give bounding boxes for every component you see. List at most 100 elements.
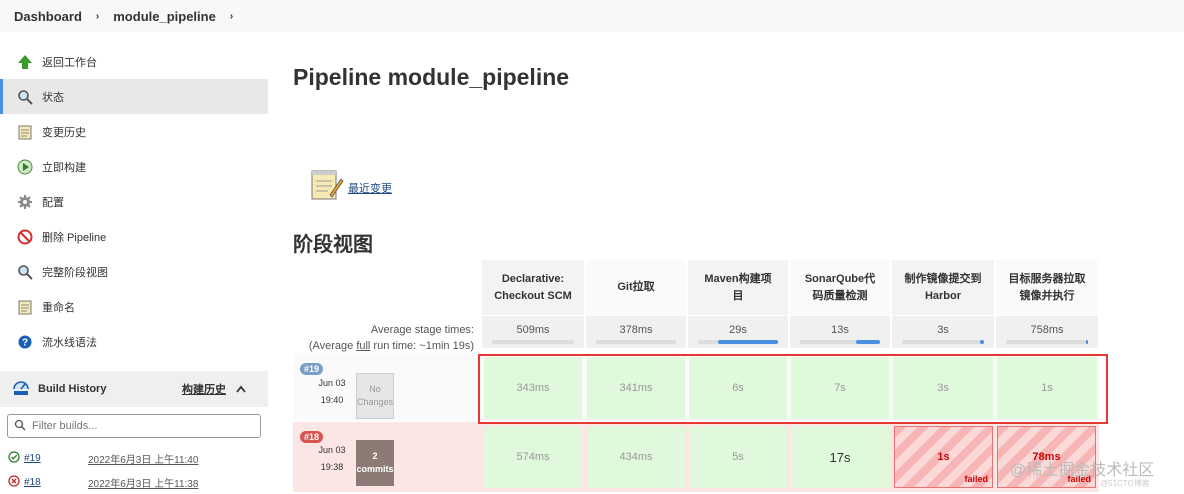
run-time: 19:38 bbox=[320, 462, 344, 472]
changes-line-2: Changes bbox=[356, 397, 394, 407]
avg-time-value: 509ms bbox=[516, 324, 550, 336]
stage-name-line: 码质量检测 bbox=[812, 289, 868, 302]
run-time: 19:40 bbox=[320, 395, 344, 405]
build-date-link[interactable]: 2022年6月3日 上午11:38 bbox=[88, 475, 198, 490]
avg-time-cell: 3s bbox=[892, 316, 994, 348]
build-history-row[interactable]: #18 2022年6月3日 上午11:38 bbox=[0, 470, 268, 494]
sidebar-item-label: 配置 bbox=[42, 196, 64, 209]
avg-time-value: 13s bbox=[831, 324, 849, 336]
search-icon bbox=[14, 419, 26, 434]
changes-line-1: No bbox=[369, 384, 381, 394]
avg-time-cell: 378ms bbox=[586, 316, 686, 348]
stage-cell[interactable]: 5s bbox=[689, 426, 787, 488]
build-history-row[interactable]: #19 2022年6月3日 上午11:40 bbox=[0, 446, 268, 470]
stage-duration: 17s bbox=[829, 449, 851, 465]
breadcrumb-pipeline[interactable]: module_pipeline bbox=[99, 9, 230, 24]
chevron-right-icon[interactable]: › bbox=[230, 11, 233, 22]
stage-name-line: 目标服务器拉取 bbox=[1008, 272, 1086, 285]
run-info-18: #18 Jun 03 19:38 2 commits bbox=[296, 422, 474, 492]
stage-duration: 434ms bbox=[619, 451, 653, 463]
notepad-icon bbox=[16, 298, 34, 316]
sidebar-item-label: 重命名 bbox=[42, 301, 75, 314]
stage-header: 目标服务器拉取 镜像并执行 bbox=[996, 260, 1098, 315]
sidebar-item-label: 状态 bbox=[42, 91, 64, 104]
sidebar-item-label: 立即构建 bbox=[42, 161, 86, 174]
sidebar-item-full-stage-view[interactable]: 完整阶段视图 bbox=[0, 254, 268, 289]
search-icon bbox=[16, 263, 34, 281]
stage-name-line: Harbor bbox=[924, 289, 962, 302]
avg-time-value: 29s bbox=[729, 324, 747, 336]
avg-time-bar bbox=[1006, 340, 1088, 344]
stage-cell[interactable]: 574ms bbox=[484, 426, 582, 488]
svg-text:?: ? bbox=[22, 337, 28, 348]
watermark: @稀土掘金技术社区 bbox=[1010, 462, 1155, 479]
notepad-icon bbox=[16, 123, 34, 141]
avg-time-bar bbox=[596, 340, 676, 344]
stage-cell-failed[interactable]: 1s failed bbox=[894, 426, 993, 488]
watermark-sub: @51CTO博客 bbox=[1100, 479, 1150, 488]
stage-name-line: Maven构建项 bbox=[704, 272, 772, 285]
avg-label-line-2: (Average full run time: ~1min 19s) bbox=[296, 338, 474, 354]
avg-time-bar bbox=[800, 340, 880, 344]
chevron-up-icon[interactable] bbox=[236, 382, 246, 396]
sidebar-item-configure[interactable]: 配置 bbox=[0, 184, 268, 219]
avg-time-cell: 13s bbox=[790, 316, 890, 348]
stage-duration: 5s bbox=[732, 451, 744, 463]
sidebar-item-build-now[interactable]: 立即构建 bbox=[0, 149, 268, 184]
avg-time-cell: 29s bbox=[688, 316, 788, 348]
avg-time-bar bbox=[492, 340, 574, 344]
stage-cell[interactable]: 434ms bbox=[587, 426, 685, 488]
run-changes-box[interactable]: 2 commits bbox=[356, 440, 394, 486]
stage-header: Declarative: Checkout SCM bbox=[482, 260, 584, 315]
stage-name-line: 目 bbox=[732, 289, 744, 302]
no-entry-icon bbox=[16, 228, 34, 246]
sidebar-item-back-to-workspace[interactable]: 返回工作台 bbox=[0, 44, 268, 79]
stage-name-line: Declarative: bbox=[501, 272, 565, 285]
build-number-link[interactable]: #19 bbox=[24, 453, 68, 464]
changes-line-2: commits bbox=[356, 464, 394, 474]
filter-builds-input[interactable] bbox=[32, 420, 252, 432]
sidebar-item-label: 返回工作台 bbox=[42, 56, 97, 69]
gear-icon bbox=[16, 193, 34, 211]
failed-tag: failed bbox=[964, 474, 988, 484]
sidebar-item-delete-pipeline[interactable]: 删除 Pipeline bbox=[0, 219, 268, 254]
sidebar-item-rename[interactable]: 重命名 bbox=[0, 289, 268, 324]
sidebar-item-pipeline-syntax[interactable]: ? 流水线语法 bbox=[0, 324, 268, 359]
stage-name-line: 镜像并执行 bbox=[1019, 289, 1075, 302]
stage-duration: 1s bbox=[937, 451, 950, 463]
notepad-icon bbox=[308, 167, 344, 203]
run-info-19: #19 Jun 03 19:40 No Changes bbox=[296, 353, 474, 421]
stage-header: 制作镜像提交到 Harbor bbox=[892, 260, 994, 315]
sidebar-item-label: 流水线语法 bbox=[42, 336, 97, 349]
build-history-link[interactable]: 构建历史 bbox=[182, 381, 226, 397]
avg-time-bar bbox=[902, 340, 984, 344]
page-title: Pipeline module_pipeline bbox=[293, 64, 570, 90]
average-stage-times-label: Average stage times: (Average full run t… bbox=[296, 322, 474, 354]
stage-cell[interactable]: 17s bbox=[791, 426, 889, 488]
sidebar-item-label: 变更历史 bbox=[42, 126, 86, 139]
sidebar-item-change-history[interactable]: 变更历史 bbox=[0, 114, 268, 149]
full-run-link[interactable]: full bbox=[356, 340, 370, 352]
sidebar-item-label: 删除 Pipeline bbox=[42, 231, 107, 244]
build-icon bbox=[16, 158, 34, 176]
build-history-title: Build History bbox=[38, 383, 107, 395]
avg-time-value: 378ms bbox=[619, 324, 653, 336]
filter-builds-field[interactable] bbox=[7, 414, 261, 438]
recent-changes-link[interactable]: 最近变更 bbox=[348, 180, 392, 196]
breadcrumb-dashboard[interactable]: Dashboard bbox=[0, 9, 96, 24]
highlight-annotation bbox=[478, 354, 1108, 424]
sidebar-item-status[interactable]: 状态 bbox=[0, 79, 268, 114]
stage-header: SonarQube代 码质量检测 bbox=[790, 260, 890, 315]
build-number-link[interactable]: #18 bbox=[24, 477, 68, 488]
stage-header: Maven构建项目 bbox=[688, 260, 788, 315]
stage-name-line: Checkout SCM bbox=[494, 289, 572, 302]
run-changes-box[interactable]: No Changes bbox=[356, 373, 394, 419]
changes-line-1: 2 bbox=[372, 451, 378, 461]
stage-view-title: 阶段视图 bbox=[293, 234, 373, 256]
sidebar-item-label: 完整阶段视图 bbox=[42, 266, 108, 279]
build-date-link[interactable]: 2022年6月3日 上午11:40 bbox=[88, 451, 198, 466]
run-badge[interactable]: #19 bbox=[300, 363, 324, 375]
run-datetime: Jun 03 19:40 bbox=[312, 375, 352, 409]
breadcrumb: Dashboard › module_pipeline › bbox=[0, 0, 1184, 32]
avg-label-text: (Average bbox=[308, 340, 357, 352]
